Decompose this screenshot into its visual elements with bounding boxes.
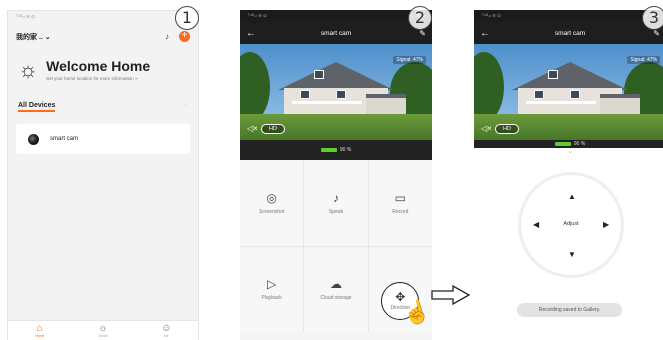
speak-button[interactable]: ♪ Speak: [304, 161, 368, 246]
welcome-banner[interactable]: ☼ Welcome Home Set your home location fo…: [8, 42, 198, 81]
house-roof: [512, 62, 628, 90]
house-window: [314, 70, 324, 79]
house-window: [300, 90, 310, 99]
home-icon: ⌂: [36, 323, 43, 334]
camera-shutter-icon: ◎: [266, 191, 277, 205]
cloud-storage-button[interactable]: ☁ Cloud storage: [304, 247, 368, 332]
record-button[interactable]: ▭ Record: [368, 161, 432, 246]
direction-button[interactable]: ✥ Direction ☝: [368, 247, 432, 332]
tab-label: Home: [34, 334, 45, 338]
battery-bar: 90 %: [474, 140, 663, 148]
hand-pointer-icon: ☝: [399, 296, 432, 329]
control-label: Cloud storage: [320, 295, 352, 301]
welcome-subtitle: Set your home location for more informat…: [46, 76, 138, 81]
right-arrow-icon: [431, 285, 471, 305]
microphone-icon[interactable]: ♪: [165, 32, 169, 41]
sun-icon: ☼: [18, 56, 39, 82]
microphone-icon: ♪: [332, 191, 339, 205]
tab-smart[interactable]: ☼ Smart: [71, 321, 134, 340]
cloud-icon: ☁: [329, 277, 342, 291]
live-video-feed[interactable]: Signal: 47% ◁× HD: [474, 44, 663, 140]
house-window: [548, 70, 558, 79]
house-porch: [526, 101, 596, 104]
tab-label: Me: [163, 334, 169, 338]
status-left: ᵀ⁴ᴳ.ₗₗ ≋ ⊙: [482, 13, 501, 18]
battery-percent: 90 %: [339, 147, 352, 153]
recording-saved-toast: Recording saved to Gallery.: [517, 303, 622, 317]
devices-header: All Devices ···: [8, 81, 198, 112]
step-number: 3: [642, 6, 663, 30]
back-arrow-icon[interactable]: ←: [246, 28, 266, 39]
battery-level-icon: [320, 148, 337, 152]
home-screen: ᵀ⁴ᴳ.ₗₗ ≋ ⊙ ◎ 85 ▭ 我的家 .. ⌄ ♪ + ☼ Welcome…: [7, 10, 199, 340]
step-number: 1: [175, 6, 199, 30]
camera-screen: ᵀ⁴ᴳ.ₗₗ ≋ ⊙ ◎ 85 ▭ ← smart cam ✎ Signal: …: [240, 10, 432, 340]
house-window: [534, 90, 544, 99]
tab-home[interactable]: ⌂ Home: [8, 321, 71, 340]
status-left: ᵀ⁴ᴳ.ₗₗ ≋ ⊙: [248, 13, 267, 18]
camera-icon: [28, 133, 39, 145]
video-record-icon: ▭: [394, 191, 406, 205]
smart-icon: ☼: [98, 323, 108, 334]
status-bar: ᵀ⁴ᴳ.ₗₗ ≋ ⊙ ◎ 85 ▭: [240, 10, 432, 22]
device-name: smart cam: [50, 136, 79, 142]
tab-me[interactable]: ☺ Me: [135, 321, 198, 340]
status-bar: ᵀ⁴ᴳ.ₗₗ ≋ ⊙ ◎ 85 ▭: [474, 10, 663, 22]
camera-topbar: ← smart cam ✎: [474, 22, 663, 44]
battery-bar: 90 %: [240, 140, 432, 160]
house-roof: [278, 62, 394, 90]
house-window: [336, 90, 346, 99]
control-label: Screenshot: [259, 209, 285, 215]
add-device-button[interactable]: +: [179, 31, 190, 42]
home-header: 我的家 .. ⌄ ♪ +: [8, 23, 198, 42]
control-label: Speak: [328, 209, 344, 215]
camera-title: smart cam: [320, 29, 352, 37]
playback-button[interactable]: ▷ Playback: [240, 247, 304, 332]
status-left: ᵀ⁴ᴳ.ₗₗ ≋ ⊙: [16, 14, 35, 19]
bottom-tab-bar: ⌂ Home ☼ Smart ☺ Me: [8, 320, 198, 340]
battery-level-icon: [554, 142, 571, 146]
pan-up-arrow-icon[interactable]: ▲: [568, 193, 576, 201]
house-window: [570, 90, 580, 99]
control-label: Record: [392, 209, 409, 215]
camera-topbar: ← smart cam ✎: [240, 22, 432, 44]
signal-strength: Signal: 47%: [393, 56, 426, 64]
speaker-mute-icon[interactable]: ◁×: [481, 124, 492, 133]
step-number: 2: [408, 6, 432, 30]
house-porch: [292, 101, 362, 104]
device-card-smart-cam[interactable]: smart cam: [16, 124, 190, 154]
speaker-mute-icon[interactable]: ◁×: [247, 124, 258, 133]
live-video-feed[interactable]: Signal: 47% ◁× HD: [240, 44, 432, 140]
move-arrows-icon: ✥: [395, 289, 406, 304]
screenshot-button[interactable]: ◎ Screenshot: [240, 161, 304, 246]
direction-screen: ᵀ⁴ᴳ.ₗₗ ≋ ⊙ ◎ 85 ▭ ← smart cam ✎ Signal: …: [474, 10, 663, 340]
camera-title: smart cam: [554, 29, 586, 37]
profile-icon: ☺: [161, 323, 172, 334]
home-selector[interactable]: 我的家 .. ⌄: [16, 32, 165, 42]
pan-down-arrow-icon[interactable]: ▼: [568, 251, 576, 259]
hd-toggle-button[interactable]: HD: [495, 124, 519, 134]
battery-percent: 90 %: [573, 141, 586, 147]
direction-pad[interactable]: ▲ ◀ ▶ ▼ Adjust: [520, 174, 622, 276]
signal-strength: Signal: 47%: [627, 56, 660, 64]
status-bar: ᵀ⁴ᴳ.ₗₗ ≋ ⊙ ◎ 85 ▭: [8, 11, 198, 23]
tab-all-devices[interactable]: All Devices: [18, 102, 56, 112]
back-arrow-icon[interactable]: ←: [480, 28, 500, 39]
control-grid: ◎ Screenshot ♪ Speak ▭ Record ▷ Playback…: [240, 161, 432, 332]
adjust-label: Adjust: [563, 221, 579, 227]
edit-pencil-icon[interactable]: ✎: [406, 29, 426, 38]
control-label: Playback: [261, 295, 282, 301]
play-icon: ▷: [267, 277, 277, 291]
more-dots-icon[interactable]: ···: [181, 102, 188, 112]
welcome-title: Welcome Home: [46, 58, 151, 74]
house-garage: [366, 94, 406, 116]
hd-toggle-button[interactable]: HD: [261, 124, 285, 134]
tab-label: Smart: [98, 334, 108, 338]
house-garage: [600, 94, 640, 116]
edit-pencil-icon[interactable]: ✎: [640, 29, 660, 38]
collapse-chevron-icon[interactable]: ⌄: [474, 148, 663, 156]
